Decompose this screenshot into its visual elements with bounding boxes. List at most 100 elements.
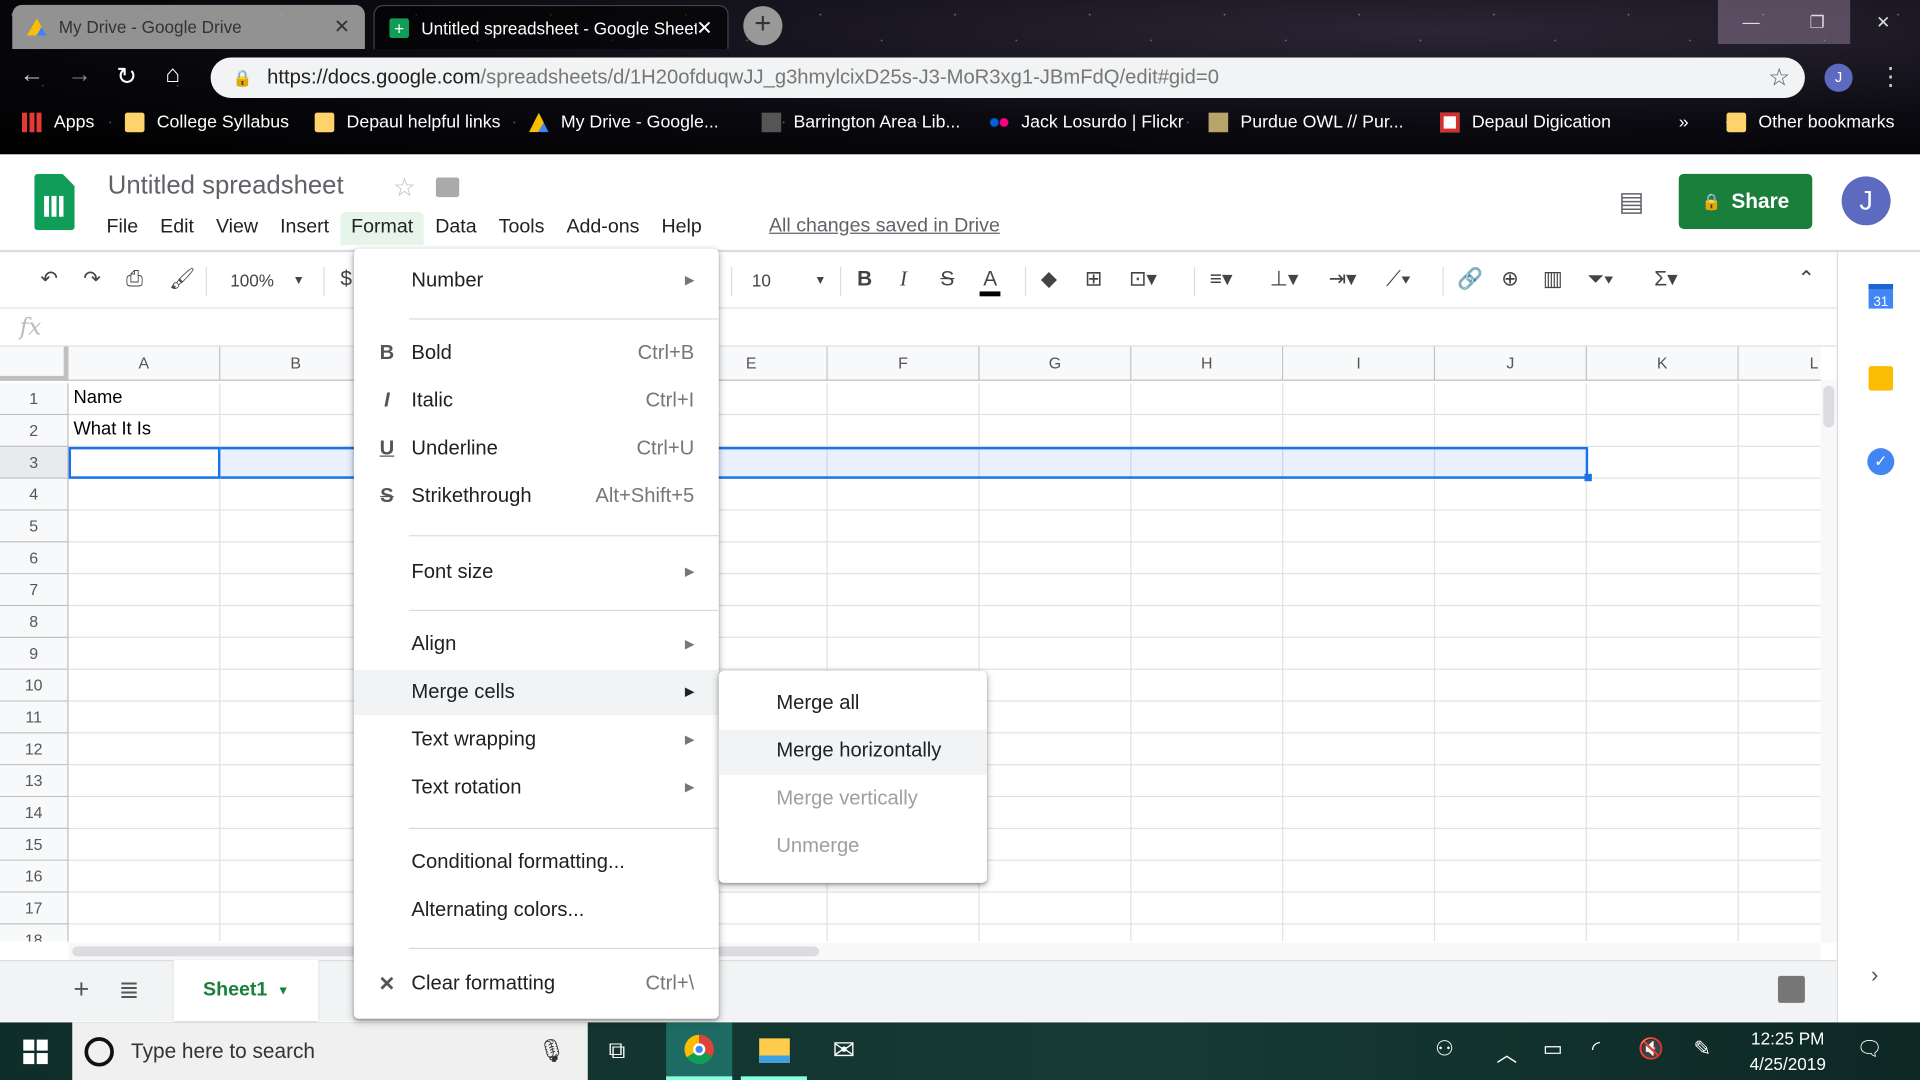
menu-item-text-rotation[interactable]: Text rotation ▶ — [354, 765, 719, 810]
insert-comment-icon[interactable]: ⊕ — [1501, 267, 1518, 291]
new-tab-button[interactable]: + — [743, 6, 783, 46]
cell-H12[interactable] — [1131, 733, 1284, 766]
cell-B11[interactable] — [220, 701, 373, 734]
cell-F6[interactable] — [827, 542, 980, 575]
cell-G17[interactable] — [979, 892, 1132, 925]
select-all-corner[interactable] — [0, 346, 69, 381]
column-header-k[interactable]: K — [1586, 346, 1739, 381]
bookmarks-overflow[interactable]: » — [1679, 113, 1689, 133]
chevron-down-icon[interactable]: ▼ — [277, 984, 289, 997]
column-header-a[interactable]: A — [68, 346, 221, 381]
cell-G4[interactable] — [979, 478, 1132, 511]
cell-K15[interactable] — [1586, 828, 1739, 861]
cell-J13[interactable] — [1435, 765, 1587, 798]
menu-item-font-size[interactable]: Font size ▶ — [354, 550, 719, 595]
home-icon[interactable]: ⌂ — [165, 61, 180, 89]
cell-J4[interactable] — [1435, 478, 1587, 511]
cell-G13[interactable] — [979, 765, 1132, 798]
cell-G12[interactable] — [979, 733, 1132, 766]
cell-B7[interactable] — [220, 574, 373, 607]
bookmark-star-icon[interactable]: ☆ — [1768, 62, 1790, 93]
cell-H4[interactable] — [1131, 478, 1284, 511]
bold-icon[interactable]: B — [857, 267, 872, 291]
chevron-down-icon[interactable]: ▼ — [293, 274, 305, 287]
redo-icon[interactable]: ↷ — [83, 267, 100, 291]
cell-K17[interactable] — [1586, 892, 1739, 925]
cell-J7[interactable] — [1435, 574, 1587, 607]
back-icon[interactable]: ← — [20, 61, 44, 89]
windows-start-icon[interactable] — [23, 1039, 48, 1065]
tasks-icon[interactable]: ✓ — [1867, 448, 1895, 476]
cell-A6[interactable] — [68, 542, 221, 575]
document-title[interactable]: Untitled spreadsheet — [108, 171, 344, 200]
cell-L3[interactable] — [1738, 447, 1821, 479]
taskbar-search[interactable]: Type here to search 🎙 — [72, 1022, 588, 1080]
cell-B5[interactable] — [220, 510, 373, 543]
cell-J12[interactable] — [1435, 733, 1587, 766]
cell-B12[interactable] — [220, 733, 373, 766]
menu-view[interactable]: View — [205, 212, 269, 245]
cell-L1[interactable] — [1738, 383, 1821, 416]
cell-B10[interactable] — [220, 669, 373, 702]
submenu-item-merge-all[interactable]: Merge all — [719, 682, 987, 727]
cell-I7[interactable] — [1283, 574, 1436, 607]
row-header-4[interactable]: 4 — [0, 478, 69, 511]
cell-L14[interactable] — [1738, 797, 1821, 829]
menu-edit[interactable]: Edit — [149, 212, 205, 245]
profile-avatar[interactable]: J — [1824, 63, 1853, 92]
cell-K11[interactable] — [1586, 701, 1739, 734]
cell-J8[interactable] — [1435, 606, 1587, 638]
cell-A1[interactable]: Name — [68, 383, 221, 416]
column-header-f[interactable]: F — [827, 346, 980, 381]
star-icon[interactable]: ☆ — [393, 173, 416, 204]
chevron-down-icon[interactable]: ▼ — [814, 274, 826, 287]
cell-A7[interactable] — [68, 574, 221, 607]
cell-H7[interactable] — [1131, 574, 1284, 607]
bookmark-barrington-library[interactable]: Barrington Area Lib... — [761, 112, 960, 133]
cell-G10[interactable] — [979, 669, 1132, 702]
cell-K13[interactable] — [1586, 765, 1739, 798]
insert-chart-icon[interactable]: ▥ — [1543, 267, 1563, 291]
formula-bar[interactable] — [0, 309, 1837, 347]
cell-J17[interactable] — [1435, 892, 1587, 925]
column-header-i[interactable]: I — [1283, 346, 1436, 381]
menu-item-clear-formatting[interactable]: ✕ Clear formatting Ctrl+\ — [354, 961, 719, 1006]
cell-H2[interactable] — [1131, 415, 1284, 447]
row-header-2[interactable]: 2 — [0, 415, 69, 447]
cell-B16[interactable] — [220, 860, 373, 893]
cell-L6[interactable] — [1738, 542, 1821, 575]
cell-K5[interactable] — [1586, 510, 1739, 543]
cell-A11[interactable] — [68, 701, 221, 734]
cell-G15[interactable] — [979, 828, 1132, 861]
cell-J14[interactable] — [1435, 797, 1587, 829]
text-wrapping-icon[interactable]: ⇥▾ — [1329, 267, 1357, 291]
clock[interactable]: 12:25 PM 4/25/2019 — [1739, 1026, 1837, 1077]
cell-G6[interactable] — [979, 542, 1132, 575]
borders-icon[interactable]: ⊞ — [1085, 267, 1102, 291]
cell-A14[interactable] — [68, 797, 221, 829]
cell-J5[interactable] — [1435, 510, 1587, 543]
cell-A10[interactable] — [68, 669, 221, 702]
cell-J1[interactable] — [1435, 383, 1587, 416]
cell-F4[interactable] — [827, 478, 980, 511]
active-cell[interactable] — [68, 446, 221, 479]
cell-F18[interactable] — [828, 924, 980, 942]
save-status-link[interactable]: All changes saved in Drive — [769, 216, 1000, 238]
cell-K7[interactable] — [1586, 574, 1739, 607]
cell-G16[interactable] — [979, 860, 1132, 893]
menu-item-underline[interactable]: U Underline Ctrl+U — [354, 426, 719, 471]
text-color-icon[interactable]: A — [979, 267, 1001, 297]
menu-item-bold[interactable]: B Bold Ctrl+B — [354, 331, 719, 376]
sheet-tab-sheet1[interactable]: Sheet1 ▼ — [173, 960, 319, 1022]
expand-panel-icon[interactable]: › — [1871, 962, 1878, 988]
cell-G7[interactable] — [979, 574, 1132, 607]
cell-I5[interactable] — [1283, 510, 1436, 543]
cell-L2[interactable] — [1738, 415, 1821, 447]
cell-G18[interactable] — [980, 924, 1132, 942]
notifications-icon[interactable]: 🗨 — [1856, 1037, 1882, 1061]
cell-L4[interactable] — [1738, 479, 1821, 511]
close-tab-icon[interactable]: ✕ — [696, 15, 712, 39]
menu-item-merge-cells[interactable]: Merge cells ▶ — [353, 669, 719, 716]
cell-H9[interactable] — [1131, 637, 1284, 670]
cell-I18[interactable] — [1283, 924, 1436, 942]
